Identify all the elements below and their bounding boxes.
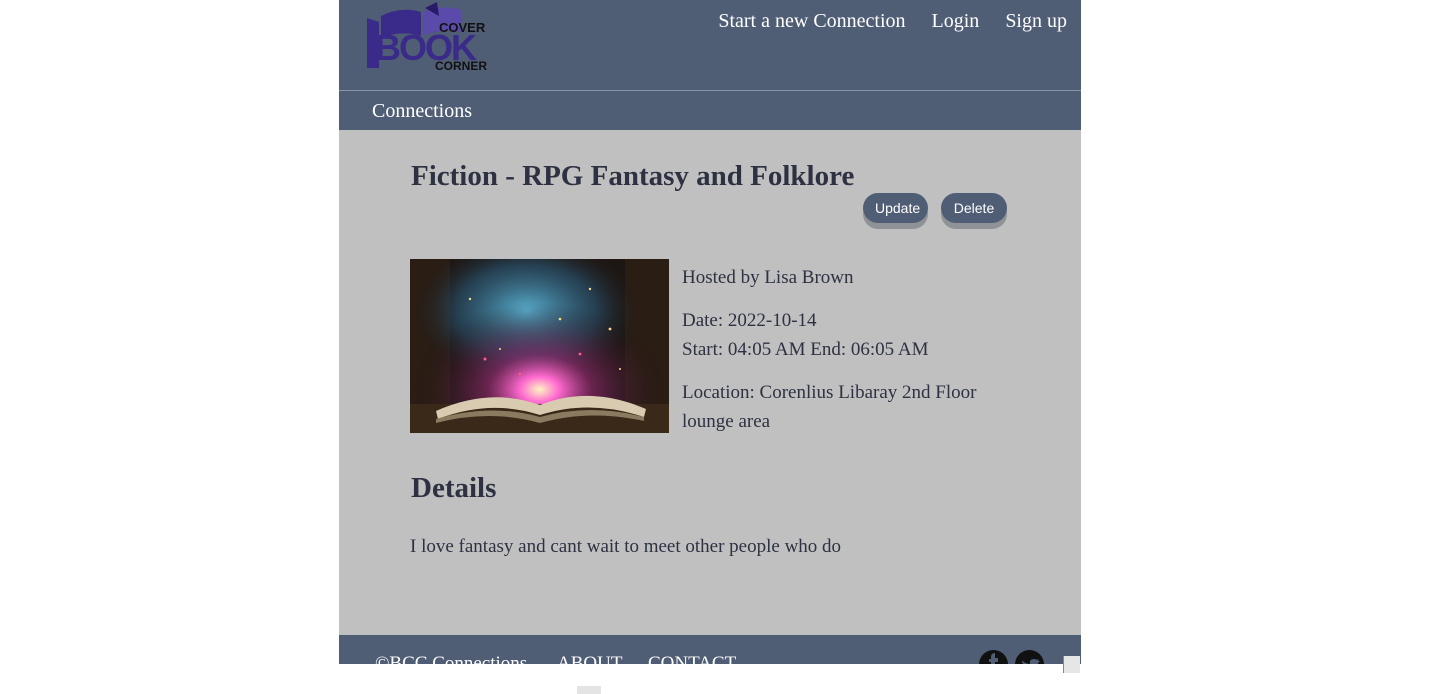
nav-sign-up[interactable]: Sign up	[1005, 8, 1067, 34]
location-text: Location: Corenlius Libaray 2nd Floor lo…	[682, 382, 977, 432]
connection-info: Hosted by Lisa Brown Date: 2022-10-14 St…	[682, 263, 1002, 436]
time-text: Start: 04:05 AM End: 06:05 AM	[682, 339, 929, 360]
logo-bottom-text: CORNER	[435, 59, 487, 73]
scroll-thumb[interactable]	[577, 686, 601, 694]
app-frame: BOOK COVER CORNER Start a new Connection…	[339, 0, 1081, 664]
logo-top-text: COVER	[439, 20, 486, 35]
nav-start-new-connection[interactable]: Start a new Connection	[718, 8, 905, 34]
connection-image	[410, 259, 669, 433]
facebook-icon[interactable]	[979, 650, 1008, 664]
connection-title: Fiction - RPG Fantasy and Folklore	[411, 160, 855, 192]
footer-contact-link[interactable]: CONTACT	[648, 651, 736, 664]
details-heading: Details	[411, 472, 497, 504]
nav-login[interactable]: Login	[932, 8, 980, 34]
twitter-icon[interactable]	[1015, 650, 1044, 664]
sub-nav: Connections	[339, 90, 1081, 130]
date-text: Date: 2022-10-14	[682, 310, 817, 331]
top-nav: Start a new Connection Login Sign up	[718, 8, 1067, 34]
book-corner-logo[interactable]: BOOK COVER CORNER	[361, 2, 491, 74]
nav-connections[interactable]: Connections	[372, 98, 472, 124]
footer-about-link[interactable]: ABOUT	[557, 651, 622, 664]
site-footer: ©BCC Connections ABOUT CONTACT	[339, 635, 1081, 664]
details-text: I love fantasy and cant wait to meet oth…	[410, 536, 842, 557]
delete-button[interactable]: Delete	[941, 193, 1007, 223]
footer-copyright: ©BCC Connections	[375, 653, 528, 664]
connection-detail: Fiction - RPG Fantasy and Folklore Updat…	[339, 130, 1081, 635]
host-text: Hosted by Lisa Brown	[682, 267, 854, 288]
site-header: BOOK COVER CORNER Start a new Connection…	[339, 0, 1081, 90]
update-button[interactable]: Update	[863, 193, 928, 223]
resize-handle[interactable]	[1063, 656, 1080, 673]
